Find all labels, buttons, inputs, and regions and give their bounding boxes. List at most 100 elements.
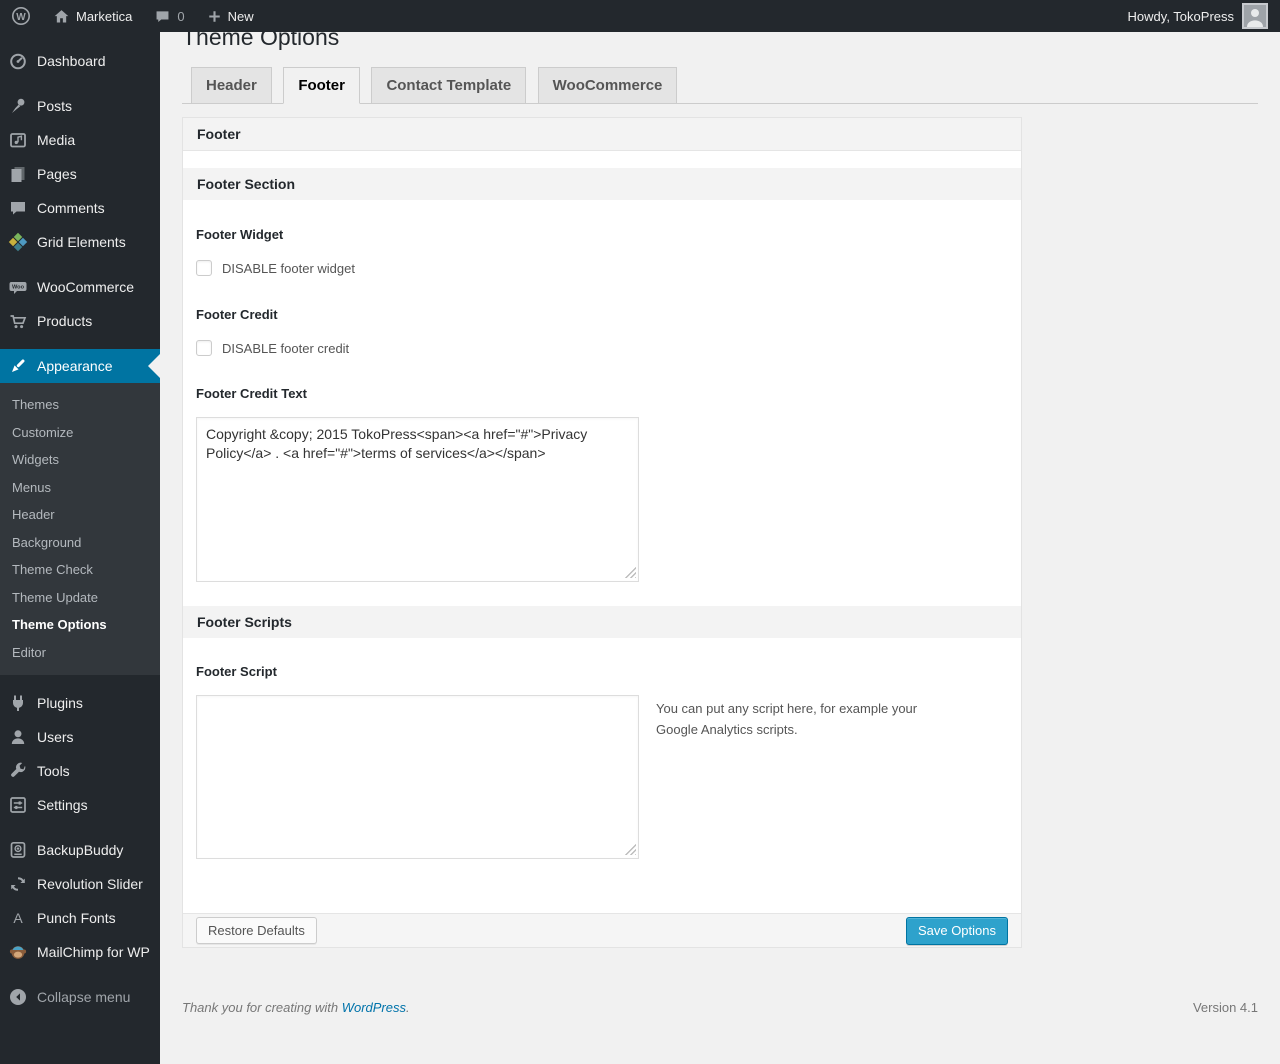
panel-title: Footer	[183, 118, 1021, 151]
sidebar-item-label: BackupBuddy	[37, 842, 124, 858]
submenu-item-theme-check[interactable]: Theme Check	[0, 556, 160, 584]
howdy-label: Howdy, TokoPress	[1127, 8, 1234, 24]
admin-footer: Thank you for creating with WordPress. V…	[182, 1000, 1258, 1029]
version-label: Version 4.1	[1192, 1000, 1258, 1015]
brush-icon	[8, 356, 28, 376]
submenu-item-theme-options[interactable]: Theme Options	[0, 611, 160, 639]
sidebar-item-punch-fonts[interactable]: A Punch Fonts	[0, 901, 160, 935]
wrench-icon	[8, 761, 28, 781]
collapse-arrow-icon	[8, 987, 28, 1007]
sidebar-item-mailchimp[interactable]: MailChimp for WP	[0, 935, 160, 969]
sidebar-item-label: Plugins	[37, 695, 83, 711]
collapse-menu-button[interactable]: Collapse menu	[0, 980, 160, 1014]
site-name-menu[interactable]: Marketica	[42, 0, 143, 32]
footer-credit-checkbox[interactable]	[196, 340, 212, 356]
sidebar-item-media[interactable]: Media	[0, 123, 160, 157]
sidebar-item-users[interactable]: Users	[0, 720, 160, 754]
sidebar-item-backupbuddy[interactable]: BackupBuddy	[0, 833, 160, 867]
grid-icon	[8, 232, 28, 252]
wordpress-logo-icon: W	[11, 6, 31, 26]
appearance-submenu: Themes Customize Widgets Menus Header Ba…	[0, 383, 160, 675]
site-name-label: Marketica	[76, 8, 133, 24]
cart-icon	[8, 311, 28, 331]
sliders-icon	[8, 795, 28, 815]
submenu-item-widgets[interactable]: Widgets	[0, 446, 160, 474]
rotate-icon	[8, 874, 28, 894]
sidebar-item-label: Users	[37, 729, 74, 745]
theme-options-panel: Footer Footer Section Footer Widget DISA…	[182, 117, 1022, 948]
footer-widget-checkbox-label: DISABLE footer widget	[222, 260, 355, 276]
sidebar-item-label: Revolution Slider	[37, 876, 143, 892]
footer-widget-checkbox[interactable]	[196, 260, 212, 276]
letter-a-icon: A	[8, 908, 28, 928]
pages-icon	[8, 164, 28, 184]
comment-bubble-icon	[154, 8, 171, 25]
svg-text:Woo: Woo	[12, 285, 25, 291]
panel-action-bar: Restore Defaults Save Options	[183, 913, 1021, 947]
submenu-item-menus[interactable]: Menus	[0, 474, 160, 502]
wordpress-link[interactable]: WordPress	[342, 1000, 406, 1015]
media-icon	[8, 130, 28, 150]
tab-bar: Header Footer Contact Template WooCommer…	[182, 67, 1258, 104]
comments-admin-item[interactable]: 0	[143, 0, 195, 32]
comments-count: 0	[177, 8, 185, 24]
plug-icon	[8, 693, 28, 713]
submenu-item-theme-update[interactable]: Theme Update	[0, 584, 160, 612]
restore-defaults-button[interactable]: Restore Defaults	[196, 917, 317, 944]
footer-credit-text-label: Footer Credit Text	[196, 386, 307, 401]
tab-header[interactable]: Header	[191, 67, 272, 104]
tab-footer[interactable]: Footer	[283, 67, 360, 104]
sidebar-item-posts[interactable]: Posts	[0, 89, 160, 123]
user-icon	[8, 727, 28, 747]
sidebar-item-label: WooCommerce	[37, 279, 134, 295]
footer-script-label: Footer Script	[196, 664, 277, 679]
sidebar-item-dashboard[interactable]: Dashboard	[0, 44, 160, 78]
comment-icon	[8, 198, 28, 218]
footer-script-input[interactable]	[196, 695, 639, 859]
pin-icon	[8, 96, 28, 116]
sidebar-item-grid-elements[interactable]: Grid Elements	[0, 225, 160, 259]
footer-thanks-text: Thank you for creating with WordPress.	[182, 1000, 410, 1015]
footer-widget-label: Footer Widget	[196, 227, 284, 242]
submenu-item-customize[interactable]: Customize	[0, 419, 160, 447]
backup-icon	[8, 840, 28, 860]
sidebar-item-comments[interactable]: Comments	[0, 191, 160, 225]
footer-credit-label: Footer Credit	[196, 307, 278, 322]
sidebar-item-settings[interactable]: Settings	[0, 788, 160, 822]
sidebar-item-pages[interactable]: Pages	[0, 157, 160, 191]
home-icon	[53, 8, 70, 25]
sidebar-item-label: Comments	[37, 200, 105, 216]
sidebar-item-label: Tools	[37, 763, 70, 779]
sidebar-item-label: Posts	[37, 98, 73, 114]
sidebar-item-tools[interactable]: Tools	[0, 754, 160, 788]
submenu-item-background[interactable]: Background	[0, 529, 160, 557]
sidebar-item-label: Grid Elements	[37, 234, 126, 250]
svg-text:W: W	[16, 12, 26, 23]
submenu-item-header[interactable]: Header	[0, 501, 160, 529]
sidebar-item-revolution-slider[interactable]: Revolution Slider	[0, 867, 160, 901]
footer-credit-text-input[interactable]: Copyright &copy; 2015 TokoPress<span><a …	[196, 417, 639, 582]
new-content-menu[interactable]: New	[196, 0, 265, 32]
sidebar-item-plugins[interactable]: Plugins	[0, 686, 160, 720]
sidebar-item-label: Media	[37, 132, 76, 148]
tab-woocommerce[interactable]: WooCommerce	[537, 67, 678, 104]
admin-bar: W Marketica 0 New Howdy, TokoPress	[0, 0, 1280, 32]
section-footer-scripts: Footer Scripts	[183, 606, 1021, 638]
sidebar-item-appearance[interactable]: Appearance	[0, 349, 160, 383]
submenu-item-editor[interactable]: Editor	[0, 639, 160, 667]
section-footer-section: Footer Section	[183, 168, 1021, 200]
save-options-button[interactable]: Save Options	[905, 916, 1008, 945]
tab-contact-template[interactable]: Contact Template	[371, 67, 527, 104]
footer-script-description: You can put any script here, for example…	[656, 701, 918, 737]
monkey-icon	[8, 942, 28, 962]
plus-icon	[207, 9, 222, 24]
sidebar-item-label: Punch Fonts	[37, 910, 116, 926]
sidebar-item-products[interactable]: Products	[0, 304, 160, 338]
my-account-menu[interactable]: Howdy, TokoPress	[1116, 0, 1280, 32]
sidebar-item-label: MailChimp for WP	[37, 944, 150, 960]
sidebar-item-woocommerce[interactable]: Woo WooCommerce	[0, 270, 160, 304]
wordpress-logo-menu[interactable]: W	[0, 0, 42, 32]
woo-badge-icon: Woo	[8, 277, 28, 297]
footer-credit-checkbox-row: DISABLE footer credit	[196, 340, 1008, 356]
submenu-item-themes[interactable]: Themes	[0, 391, 160, 419]
